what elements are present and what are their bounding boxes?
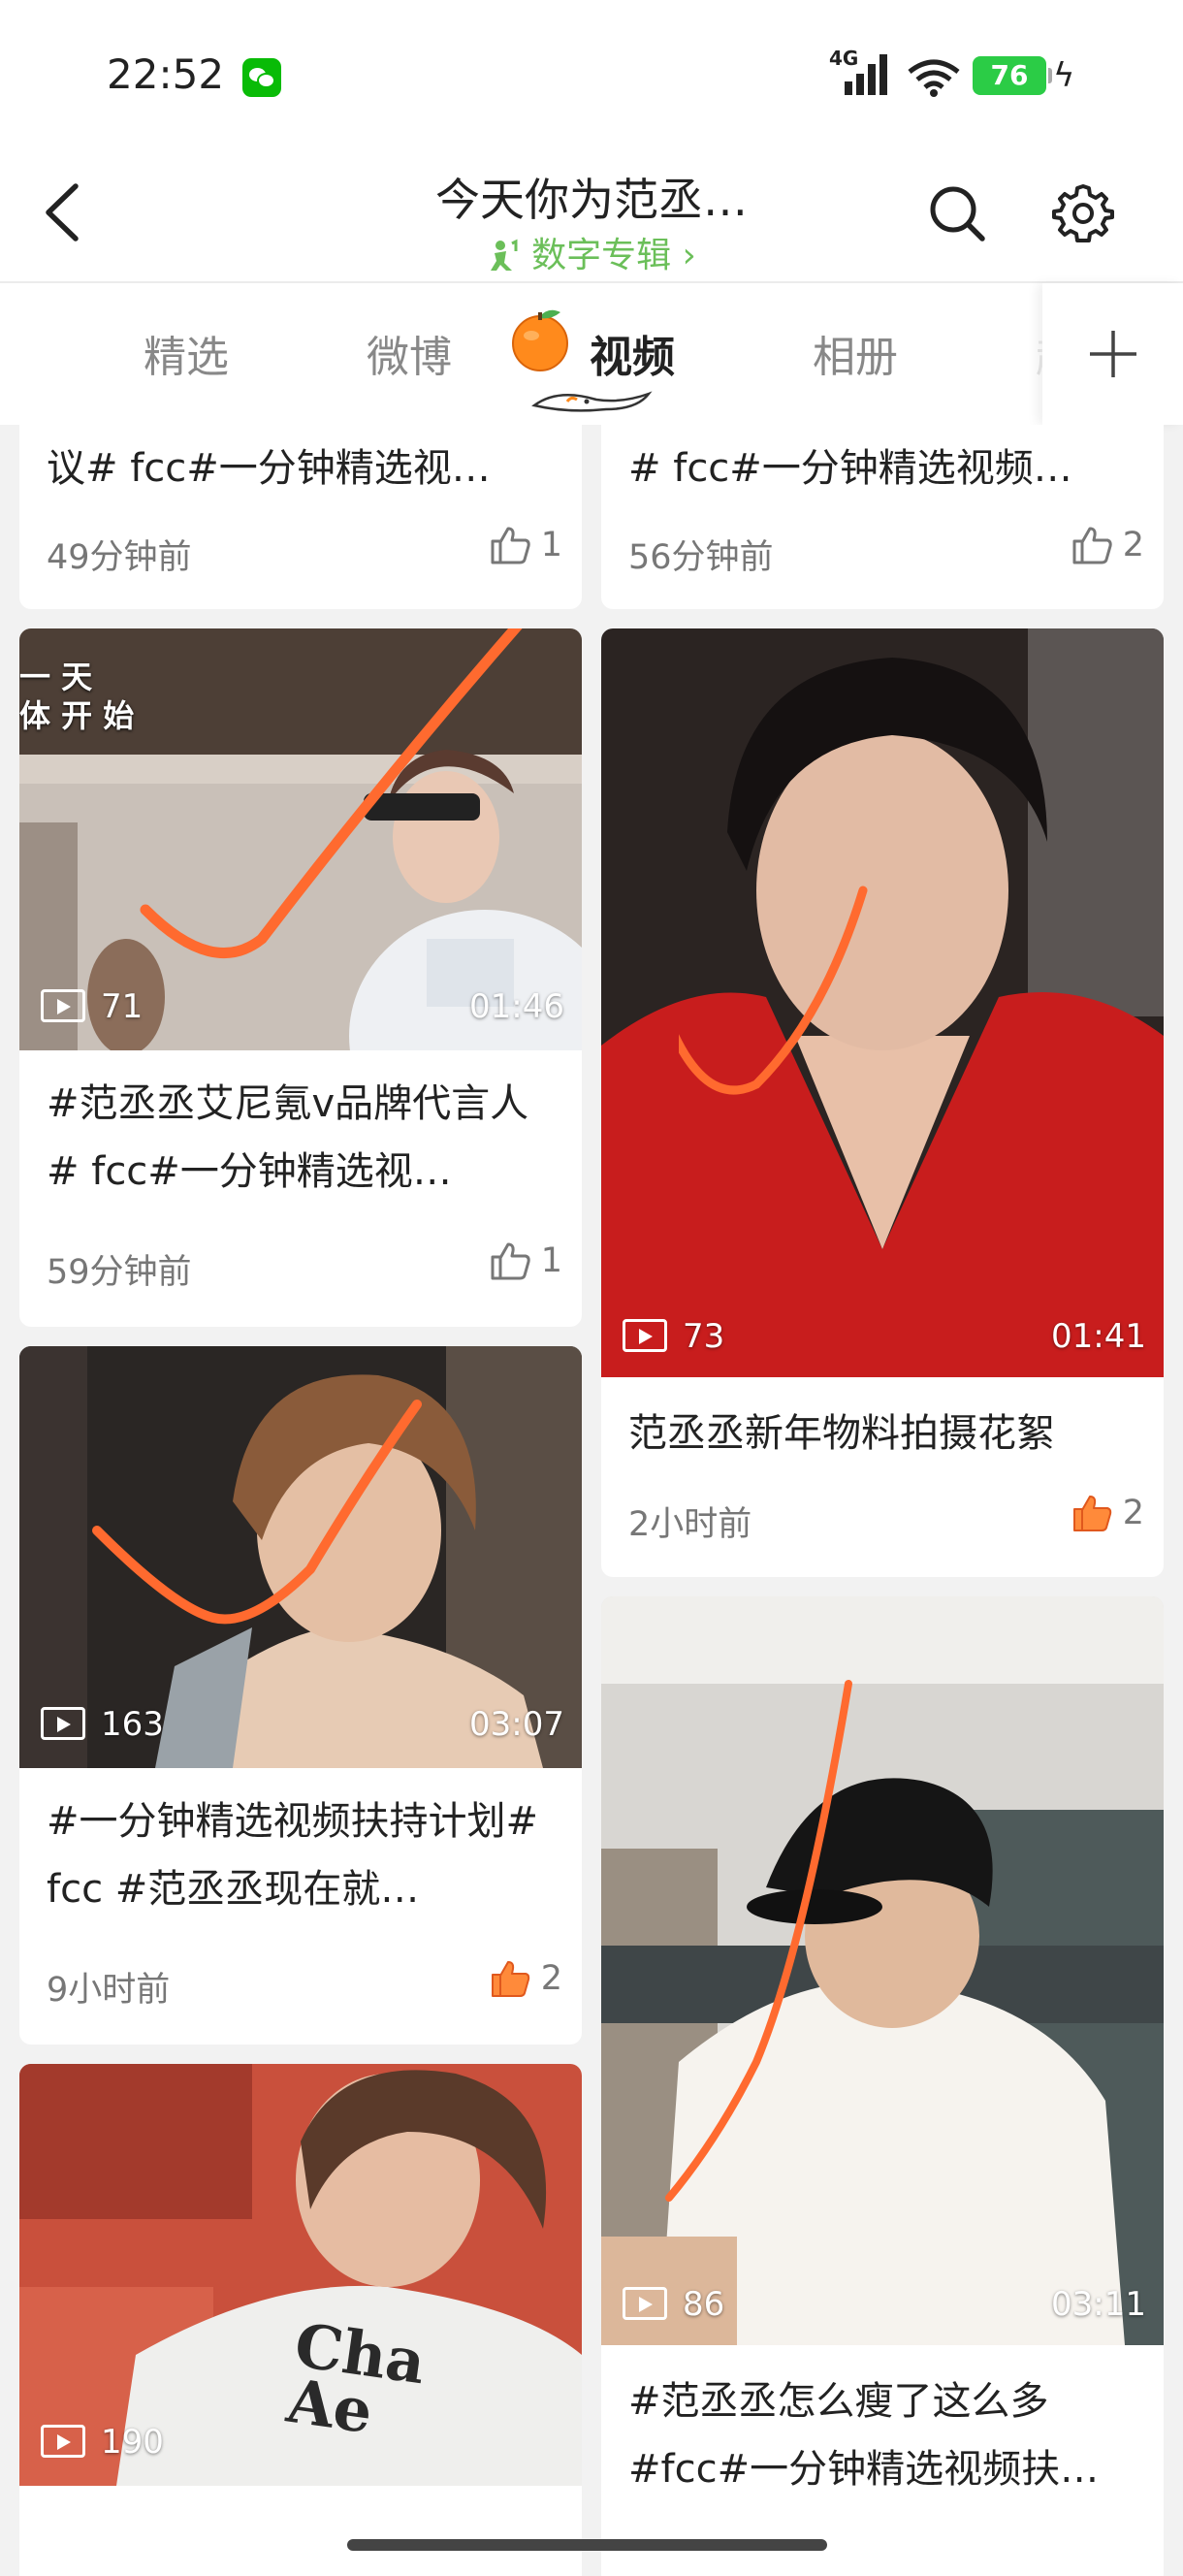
post-time: 56分钟前 [628,538,774,577]
tab-weibo[interactable]: 微博 [367,322,452,384]
settings-gear-icon[interactable] [1052,182,1114,244]
view-count: 73 [683,1317,725,1356]
video-title: #范丞丞艾尼氪v品牌代言人# fcc#一分钟精选视… [47,1081,529,1194]
page-title: 今天你为范丞… [435,174,748,226]
thumbs-up-icon [491,1242,530,1280]
video-duration: 03:11 [1051,2285,1146,2324]
like-count: 1 [540,526,562,564]
thumbs-up-active-icon [1072,1496,1111,1531]
like-count: 2 [1122,1494,1144,1532]
like-count: 2 [1122,526,1144,564]
duck-decoration-icon [531,391,653,412]
video-card[interactable]: 议# fcc#一分钟精选视… 49分钟前 1 [19,425,582,609]
like-button[interactable]: 1 [489,526,562,564]
like-button[interactable]: 2 [489,1959,562,1998]
tabs-fade [1008,283,1047,425]
tab-video[interactable]: 视频 [590,322,675,384]
digital-album-link[interactable]: 数字专辑 › [291,227,892,277]
tab-album[interactable]: 相册 [813,322,898,384]
back-icon[interactable] [39,182,85,242]
status-time: 22:52 [107,50,225,98]
play-count-icon [41,1707,85,1740]
search-icon[interactable] [926,182,988,244]
chevron-right-icon: › [682,236,696,275]
thumbs-up-icon [1072,527,1112,564]
video-duration: 03:07 [469,1705,564,1744]
video-duration: 01:46 [469,987,564,1026]
post-time: 59分钟前 [47,1253,192,1292]
like-count: 2 [540,1959,562,1998]
post-time: 9小时前 [47,1971,171,2010]
home-indicator[interactable] [347,2539,827,2551]
signal-icon [845,54,887,95]
orange-icon [512,309,568,371]
top-nav-bar: 今天你为范丞… 数字专辑 › [0,145,1183,283]
play-count-icon [623,1319,667,1352]
status-bar: 22:52 4G 76 ϟ [0,0,1183,145]
add-tab-button[interactable] [1042,283,1183,425]
video-card[interactable]: Cha Ae 190 [19,2064,582,2576]
wechat-icon [242,58,281,97]
thumbnail-overlay-text: 一 天 体 开 始 [19,659,135,734]
like-button[interactable]: 1 [489,1241,562,1280]
charging-icon: ϟ [1053,56,1075,95]
video-card[interactable]: 一 天 体 开 始 71 01:46 #范丞丞艾尼氪v品牌代言人# fcc#一分… [19,628,582,1327]
channel-tabs: 精选 微博 视频 相册 超 [0,283,1183,425]
shirt-print-text: Cha Ae [282,2309,431,2448]
plus-icon [1090,331,1136,377]
post-time: 2小时前 [628,1505,752,1544]
view-count: 190 [101,2423,164,2462]
video-card[interactable]: 73 01:41 范丞丞新年物料拍摄花絮 2小时前 2 [601,628,1164,1577]
video-feed: 议# fcc#一分钟精选视… 49分钟前 1 # fcc#一分钟精选视频… 56… [0,425,1183,2576]
video-title: # fcc#一分钟精选视频… [628,446,1072,491]
video-thumbnail [601,1596,1164,2345]
view-count: 86 [683,2285,725,2324]
view-count: 163 [101,1705,164,1744]
wifi-icon [908,59,960,97]
thumbs-up-active-icon [491,1961,529,1997]
play-count-icon [41,2425,85,2458]
video-card[interactable]: 86 03:11 #范丞丞怎么瘦了这么多#fcc#一分钟精选视频扶… [601,1596,1164,2576]
video-title: #范丞丞怎么瘦了这么多#fcc#一分钟精选视频扶… [628,2379,1100,2492]
video-title: 范丞丞新年物料拍摄花絮 [628,1411,1055,1456]
like-count: 1 [540,1241,562,1280]
tab-featured[interactable]: 精选 [144,322,229,384]
thumbs-up-icon [491,527,530,564]
like-button[interactable]: 2 [1071,1494,1144,1532]
post-time: 49分钟前 [47,538,192,577]
view-count: 71 [101,987,144,1026]
video-card[interactable]: 163 03:07 #一分钟精选视频扶持计划# fcc #范丞丞现在就… 9小时… [19,1346,582,2045]
video-title: #一分钟精选视频扶持计划# fcc #范丞丞现在就… [47,1799,539,1912]
video-title: 议# fcc#一分钟精选视… [47,446,491,491]
like-button[interactable]: 2 [1071,526,1144,564]
video-card[interactable]: # fcc#一分钟精选视频… 56分钟前 2 [601,425,1164,609]
music-figure-icon [491,239,518,271]
battery-icon: 76 [973,56,1052,95]
digital-album-label: 数字专辑 [531,236,672,275]
video-duration: 01:41 [1051,1317,1146,1356]
play-count-icon [623,2287,667,2320]
video-thumbnail [601,628,1164,1377]
play-count-icon [41,989,85,1022]
